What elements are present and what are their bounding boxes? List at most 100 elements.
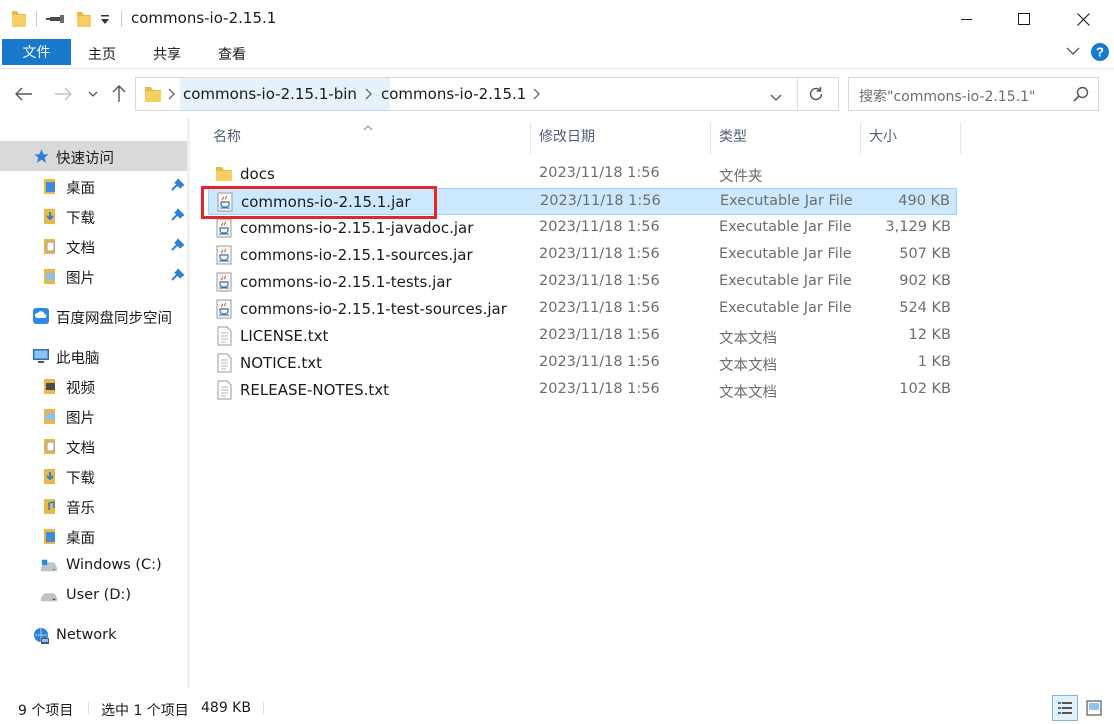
chevron-down-icon: [88, 91, 98, 97]
new-folder-icon[interactable]: [76, 9, 92, 29]
folder-icon: [214, 164, 234, 184]
navigation-scrollbar[interactable]: [187, 118, 190, 688]
nav-pc-documents[interactable]: 文档: [0, 431, 187, 461]
nav-videos[interactable]: 视频: [0, 371, 187, 401]
jar-icon: [214, 245, 234, 265]
pin-icon: [168, 268, 186, 288]
documents-folder-icon: [41, 237, 59, 255]
breadcrumb-current[interactable]: commons-io-2.15.1: [381, 85, 526, 103]
file-type: 文本文档: [719, 385, 777, 401]
file-row[interactable]: NOTICE.txt 2023/11/18 1:56 文本文档 1 KB: [208, 350, 957, 377]
nav-documents[interactable]: 文档: [0, 231, 187, 261]
file-date: 2023/11/18 1:56: [539, 327, 660, 343]
file-row[interactable]: LICENSE.txt 2023/11/18 1:56 文本文档 12 KB: [208, 323, 957, 350]
address-row: commons-io-2.15.1-bin commons-io-2.15.1 …: [0, 70, 1114, 118]
file-row[interactable]: commons-io-2.15.1-tests.jar 2023/11/18 1:…: [208, 269, 957, 296]
file-date: 2023/11/18 1:56: [539, 165, 660, 181]
expand-ribbon-icon[interactable]: [1066, 44, 1080, 62]
file-type: Executable Jar File: [720, 193, 853, 209]
jar-icon: [214, 299, 234, 319]
drive-icon: [40, 587, 58, 605]
minimize-button[interactable]: [944, 0, 990, 38]
close-icon: [1076, 12, 1090, 26]
forward-button[interactable]: [52, 83, 74, 105]
nav-network[interactable]: Network: [0, 621, 187, 651]
file-row[interactable]: docs 2023/11/18 1:56 文件夹: [208, 161, 957, 188]
tab-home[interactable]: 主页: [88, 44, 116, 64]
tab-view[interactable]: 查看: [218, 44, 246, 64]
pin-icon: [168, 178, 186, 198]
file-type: Executable Jar File: [719, 219, 852, 235]
address-history-dropdown[interactable]: [770, 90, 782, 106]
chevron-right-icon[interactable]: [167, 88, 175, 104]
file-size: 507 KB: [899, 246, 951, 262]
item-count: 9 个项目: [18, 703, 74, 719]
search-icon[interactable]: [1073, 86, 1089, 106]
file-row[interactable]: commons-io-2.15.1-test-sources.jar 2023/1…: [208, 296, 957, 323]
tab-share[interactable]: 共享: [153, 44, 181, 64]
address-bar[interactable]: commons-io-2.15.1-bin commons-io-2.15.1: [135, 77, 839, 111]
file-type: Executable Jar File: [719, 300, 852, 316]
up-button[interactable]: [108, 83, 130, 105]
breadcrumb-parent[interactable]: commons-io-2.15.1-bin: [183, 85, 357, 103]
nav-pictures[interactable]: 图片: [0, 261, 187, 291]
file-date: 2023/11/18 1:56: [540, 193, 661, 209]
column-header-name[interactable]: 名称: [213, 118, 241, 154]
desktop-folder-icon: [41, 527, 59, 545]
nav-baidu-sync[interactable]: 百度网盘同步空间: [0, 301, 187, 331]
file-name: commons-io-2.15.1-javadoc.jar: [240, 219, 474, 237]
chevron-right-icon[interactable]: [532, 88, 540, 104]
svg-text:?: ?: [1096, 45, 1104, 60]
nav-music[interactable]: 音乐: [0, 491, 187, 521]
highlight-annotation: [201, 186, 437, 219]
star-icon: [32, 147, 50, 165]
selection-count: 选中 1 个项目: [101, 703, 189, 719]
nav-this-pc[interactable]: 此电脑: [0, 341, 187, 371]
nav-pc-downloads[interactable]: 下载: [0, 461, 187, 491]
details-view-icon: [1058, 702, 1072, 714]
file-name: NOTICE.txt: [240, 354, 322, 372]
system-drive-icon: [40, 557, 58, 575]
file-type: 文本文档: [719, 331, 777, 347]
search-input[interactable]: 搜索"commons-io-2.15.1": [859, 86, 1036, 106]
column-header-date[interactable]: 修改日期: [539, 118, 595, 154]
nav-drive-d[interactable]: User (D:): [0, 581, 187, 611]
chevron-right-icon[interactable]: [364, 88, 372, 104]
tab-file[interactable]: 文件: [2, 39, 71, 65]
title-bar: commons-io-2.15.1: [0, 0, 1114, 38]
file-size: 3,129 KB: [885, 219, 951, 235]
file-date: 2023/11/18 1:56: [539, 246, 660, 262]
file-size: 12 KB: [908, 327, 951, 343]
search-box[interactable]: 搜索"commons-io-2.15.1": [848, 77, 1099, 111]
details-view-button[interactable]: [1052, 695, 1078, 721]
back-button[interactable]: [13, 83, 35, 105]
pin-quick-access-icon[interactable]: [46, 9, 68, 29]
column-header-size[interactable]: 大小: [869, 118, 897, 154]
videos-folder-icon: [41, 377, 59, 395]
refresh-button[interactable]: [808, 86, 824, 106]
ribbon: 文件 主页 共享 查看 ?: [0, 38, 1114, 69]
selection-size: 489 KB: [201, 700, 251, 716]
nav-pc-desktop[interactable]: 桌面: [0, 521, 187, 551]
customize-toolbar-icon[interactable]: [99, 11, 111, 31]
file-date: 2023/11/18 1:56: [539, 273, 660, 289]
file-row[interactable]: RELEASE-NOTES.txt 2023/11/18 1:56 文本文档 102 …: [208, 377, 957, 404]
maximize-button[interactable]: [1001, 0, 1047, 38]
nav-downloads[interactable]: 下载: [0, 201, 187, 231]
nav-quick-access[interactable]: 快速访问: [0, 141, 187, 171]
column-header-type[interactable]: 类型: [719, 118, 747, 154]
help-icon[interactable]: ?: [1090, 42, 1110, 66]
file-row[interactable]: commons-io-2.15.1-sources.jar 2023/11/18 …: [208, 242, 957, 269]
nav-pc-pictures[interactable]: 图片: [0, 401, 187, 431]
nav-desktop[interactable]: 桌面: [0, 171, 187, 201]
close-button[interactable]: [1060, 0, 1106, 38]
computer-icon: [32, 347, 50, 365]
recent-locations-button[interactable]: [84, 83, 102, 105]
file-size: 1 KB: [917, 354, 951, 370]
file-size: 490 KB: [898, 193, 950, 209]
nav-drive-c[interactable]: Windows (C:): [0, 551, 187, 581]
navigation-pane: 快速访问 桌面 下载 文档 图片 百度网盘同步空间 此电脑 视频 图片 文档 下…: [0, 118, 190, 688]
file-name: commons-io-2.15.1-sources.jar: [240, 246, 473, 264]
large-icons-view-button[interactable]: [1081, 695, 1107, 721]
file-row[interactable]: commons-io-2.15.1-javadoc.jar 2023/11/18 …: [208, 215, 957, 242]
